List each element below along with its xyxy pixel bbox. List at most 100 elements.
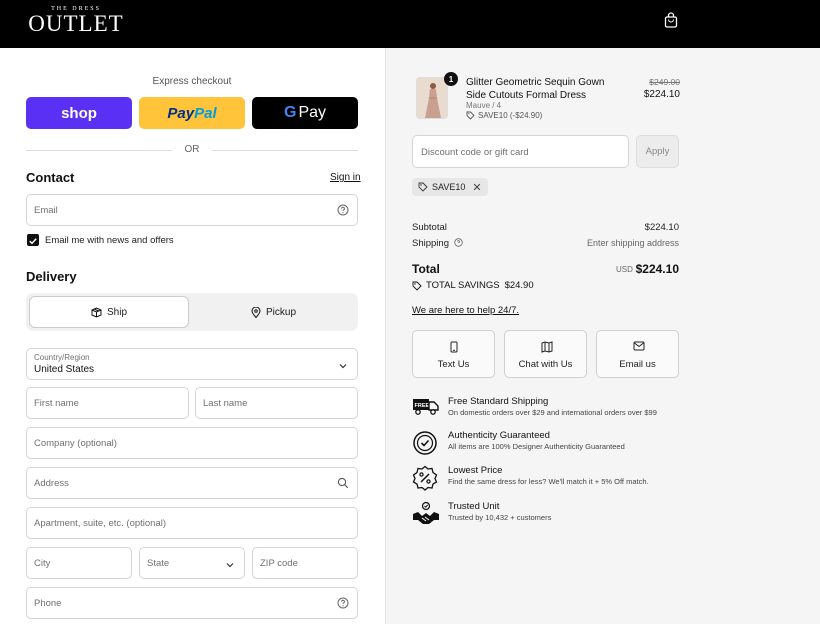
tag-icon [466, 111, 475, 120]
feature-desc: Find the same dress for less? We'll matc… [448, 477, 649, 486]
applied-code-chip: SAVE10 ✕ [412, 178, 488, 196]
mail-icon [633, 341, 645, 351]
subtotal-label: Subtotal [412, 222, 447, 233]
search-icon [337, 477, 349, 489]
last-name-placeholder: Last name [203, 398, 248, 409]
city-field[interactable]: City [26, 547, 132, 579]
paypal-button[interactable]: Pay Pal [139, 97, 245, 129]
shipping-row: Shipping Enter shipping address [412, 238, 679, 249]
shipping-value: Enter shipping address [586, 238, 679, 248]
newsletter-label: Email me with news and offers [45, 235, 174, 246]
help-link[interactable]: We are here to help 24/7. [412, 305, 519, 316]
feature-free-shipping: FREE Free Standard Shipping On domestic … [412, 396, 702, 424]
feature-title: Free Standard Shipping [448, 396, 549, 407]
store-logo[interactable]: THE DRESS OUTLET [27, 6, 125, 35]
state-select[interactable]: State [139, 547, 245, 579]
product-thumbnail [416, 77, 448, 119]
tag-icon [418, 182, 428, 192]
feature-desc: On domestic orders over $29 and internat… [448, 408, 657, 417]
product-variant: Mauve / 4 [466, 101, 502, 110]
chevron-down-icon [339, 364, 347, 369]
chevron-down-icon [226, 563, 234, 568]
feature-desc: Trusted by 10,432 + customers [448, 513, 552, 522]
or-divider: OR [26, 144, 358, 156]
paypal-label-part1: Pay [167, 104, 195, 122]
product-name: Glitter Geometric Sequin Gown Side Cutou… [466, 77, 605, 101]
delivery-method-toggle: Ship Pickup [26, 293, 358, 331]
country-value: United States [34, 364, 95, 375]
savings-label: TOTAL SAVINGS [426, 280, 500, 291]
apartment-field[interactable]: Apartment, suite, etc. (optional) [26, 507, 358, 539]
header-bar: THE DRESS OUTLET [0, 0, 820, 48]
truck-icon: FREE [413, 399, 439, 415]
email-us-label: Email us [619, 359, 656, 370]
box-icon [91, 306, 102, 318]
or-label: OR [184, 144, 200, 155]
first-name-field[interactable]: First name [26, 387, 189, 419]
product-discount: SAVE10 (-$24.90) [466, 111, 542, 120]
location-pin-icon [251, 306, 261, 318]
feature-title: Trusted Unit [448, 501, 500, 512]
discount-code-input[interactable]: Discount code or gift card [412, 135, 629, 168]
email-placeholder: Email [34, 205, 58, 216]
apartment-placeholder: Apartment, suite, etc. (optional) [34, 518, 167, 529]
help-circle-icon[interactable] [337, 597, 349, 609]
shop-pay-button[interactable]: shop [26, 97, 132, 129]
checkout-form-panel: Express checkout shop Pay Pal G Pay OR Co… [0, 48, 385, 624]
feature-authenticity: Authenticity Guaranteed All items are 10… [412, 430, 702, 458]
applied-code-label: SAVE10 [432, 182, 466, 192]
handshake-icon [413, 501, 439, 524]
text-us-label: Text Us [437, 359, 470, 370]
country-select[interactable]: Country/Region United States [26, 348, 358, 380]
apply-button[interactable]: Apply [636, 135, 679, 168]
google-g-icon: G [283, 104, 297, 121]
phone-field[interactable]: Phone [26, 587, 358, 619]
shipping-label: Shipping [412, 238, 449, 249]
percent-icon [412, 465, 438, 491]
subtotal-value: $224.10 [644, 222, 679, 233]
zip-field[interactable]: ZIP code [252, 547, 358, 579]
google-pay-button[interactable]: G Pay [252, 97, 358, 129]
logo-main-text: OUTLET [28, 11, 124, 36]
feature-trusted: Trusted Unit Trusted by 10,432 + custome… [412, 501, 702, 529]
order-summary-panel: 1 Glitter Geometric Sequin Gown Side Cut… [386, 48, 820, 624]
email-us-button[interactable]: Email us [596, 330, 679, 378]
ship-option[interactable]: Ship [29, 296, 189, 328]
svg-text:FREE: FREE [415, 403, 430, 409]
feature-title: Lowest Price [448, 465, 503, 476]
phone-placeholder: Phone [34, 598, 62, 609]
zip-placeholder: ZIP code [260, 558, 298, 569]
total-savings: TOTAL SAVINGS $24.90 [412, 280, 534, 291]
total-value: $224.10 [635, 262, 679, 276]
phone-icon [450, 341, 458, 353]
help-circle-icon[interactable] [337, 204, 349, 216]
feature-title: Authenticity Guaranteed [448, 430, 550, 441]
address-field[interactable]: Address [26, 467, 358, 499]
express-checkout-label: Express checkout [152, 76, 232, 87]
tag-icon [412, 281, 422, 291]
subtotal-row: Subtotal $224.10 [412, 222, 679, 233]
last-name-field[interactable]: Last name [195, 387, 358, 419]
sign-in-link[interactable]: Sign in [330, 172, 361, 183]
pickup-option[interactable]: Pickup [192, 296, 355, 328]
chat-with-us-label: Chat with Us [518, 359, 573, 370]
remove-code-icon[interactable]: ✕ [472, 181, 481, 194]
shopping-bag-icon[interactable] [664, 12, 678, 28]
product-price: $224.10 [643, 89, 680, 100]
newsletter-checkbox[interactable] [27, 234, 39, 246]
text-us-button[interactable]: Text Us [412, 330, 495, 378]
discount-placeholder: Discount code or gift card [421, 147, 529, 158]
email-field[interactable]: Email [26, 194, 358, 226]
company-field[interactable]: Company (optional) [26, 427, 358, 459]
chat-with-us-button[interactable]: Chat with Us [504, 330, 587, 378]
feature-lowest-price: Lowest Price Find the same dress for les… [412, 465, 702, 493]
ship-label: Ship [106, 306, 127, 318]
dress-image [417, 78, 447, 118]
badge-check-icon [413, 431, 437, 455]
shop-pay-label: shop [61, 104, 97, 122]
first-name-placeholder: First name [34, 398, 79, 409]
paypal-label-part2: Pal [194, 104, 217, 122]
address-placeholder: Address [34, 478, 69, 489]
city-placeholder: City [34, 558, 51, 569]
help-circle-icon[interactable] [453, 238, 463, 247]
